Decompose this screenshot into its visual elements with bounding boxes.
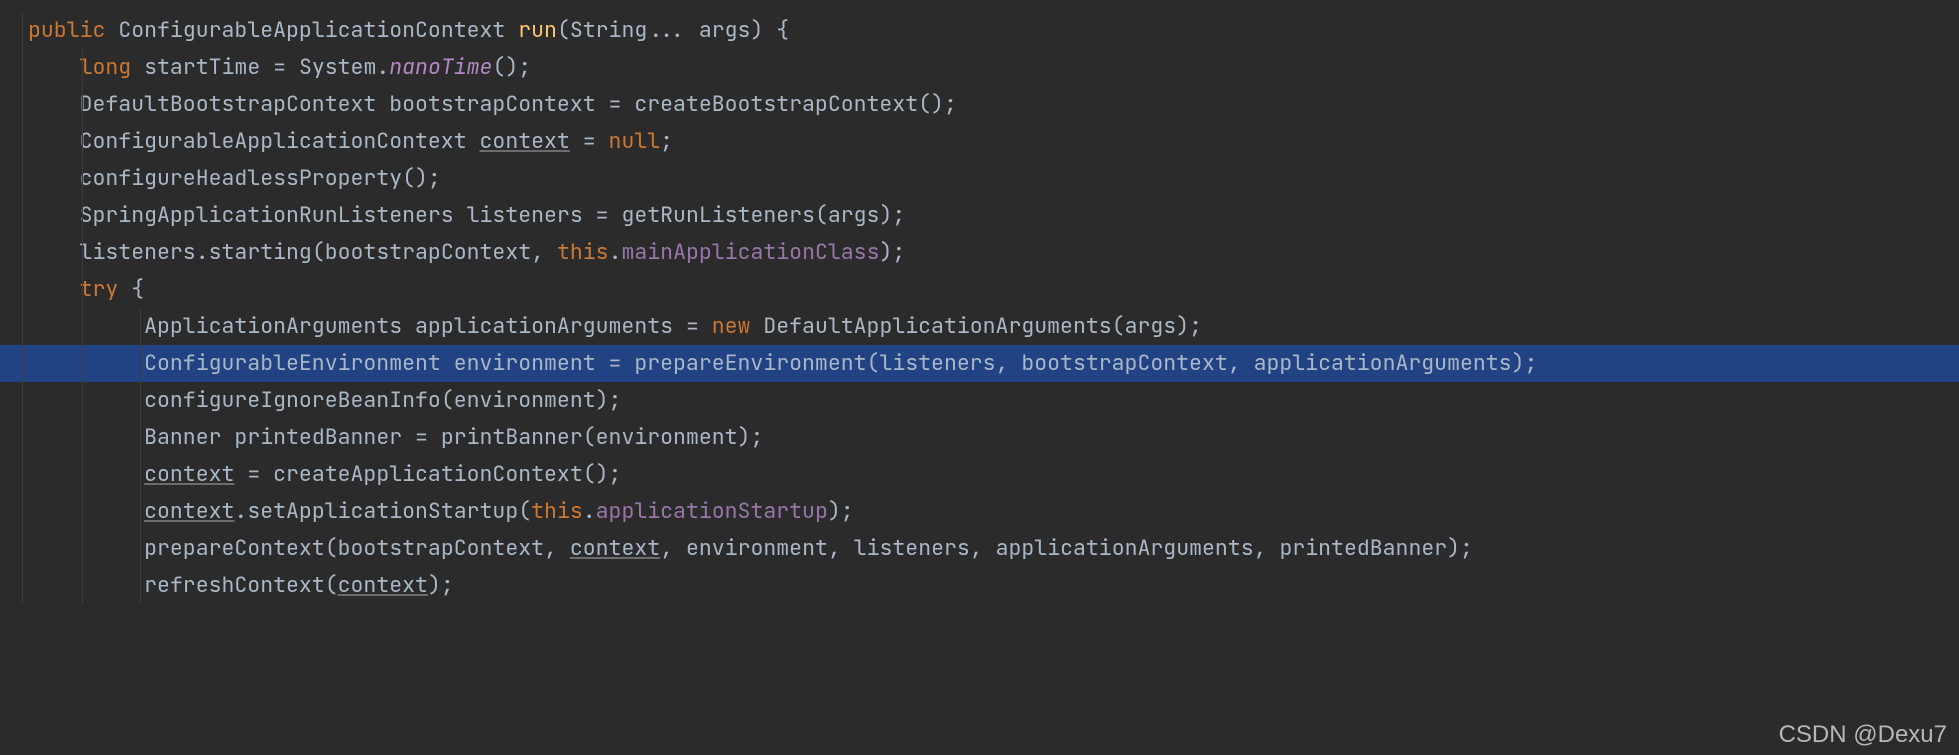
code-line: context.setApplicationStartup(this.appli… xyxy=(0,493,1959,530)
code-line: Banner printedBanner = printBanner(envir… xyxy=(0,419,1959,456)
method-name: run xyxy=(518,16,557,44)
code-line: DefaultBootstrapContext bootstrapContext… xyxy=(0,86,1959,123)
code-line-highlighted: ConfigurableEnvironment environment = pr… xyxy=(0,345,1959,382)
code-line: SpringApplicationRunListeners listeners … xyxy=(0,197,1959,234)
code-line: try { xyxy=(0,271,1959,308)
watermark: CSDN @Dexu7 xyxy=(1779,721,1947,749)
keyword: public xyxy=(28,16,105,44)
code-line: prepareContext(bootstrapContext, context… xyxy=(0,530,1959,567)
code-line: context = createApplicationContext(); xyxy=(0,456,1959,493)
code-line: long startTime = System.nanoTime(); xyxy=(0,49,1959,86)
code-line: ApplicationArguments applicationArgument… xyxy=(0,308,1959,345)
code-line: listeners.starting(bootstrapContext, thi… xyxy=(0,234,1959,271)
code-editor[interactable]: public ConfigurableApplicationContext ru… xyxy=(0,0,1959,604)
code-line: refreshContext(context); xyxy=(0,567,1959,604)
field: mainApplicationClass xyxy=(621,238,879,266)
code-line: configureIgnoreBeanInfo(environment); xyxy=(0,382,1959,419)
code-line: ConfigurableApplicationContext context =… xyxy=(0,123,1959,160)
static-call: nanoTime xyxy=(389,53,492,81)
code-line: configureHeadlessProperty(); xyxy=(0,160,1959,197)
code-line: public ConfigurableApplicationContext ru… xyxy=(0,12,1959,49)
